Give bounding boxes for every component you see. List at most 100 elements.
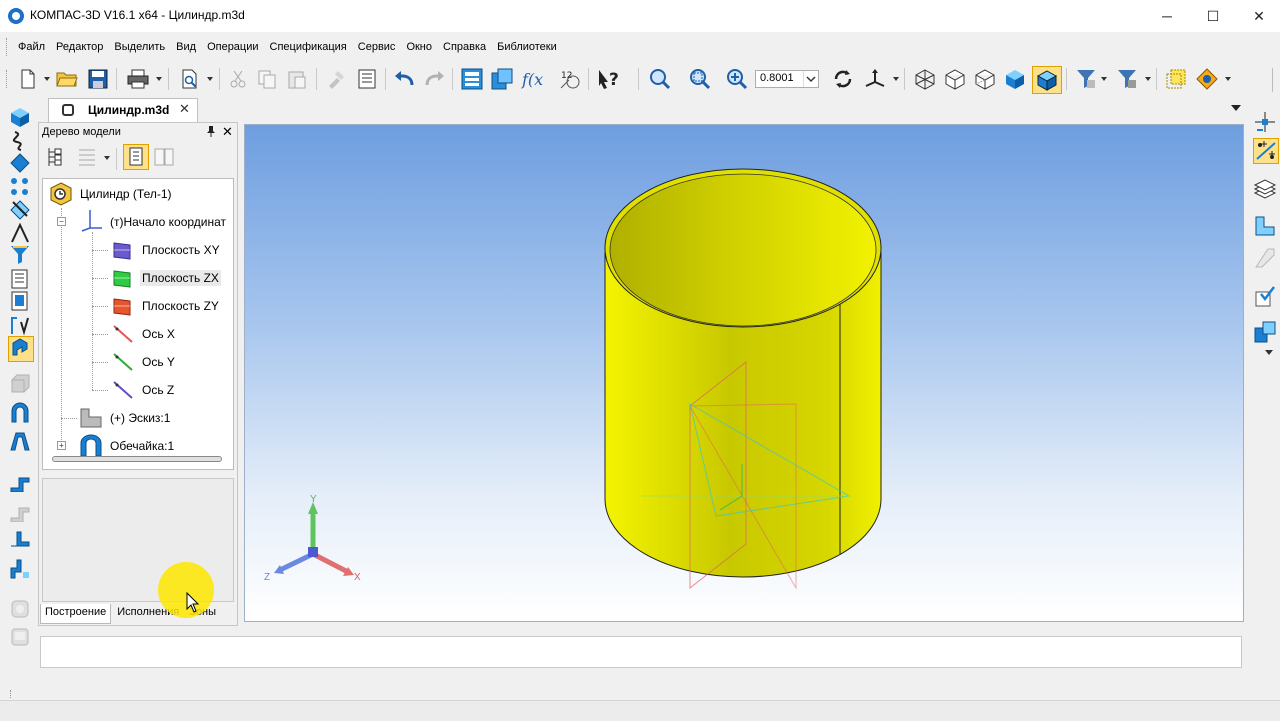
menu-window[interactable]: Окно	[402, 41, 436, 53]
disabled-tool-1-icon[interactable]	[9, 598, 31, 620]
document-tab-close-button[interactable]: ✕	[179, 101, 190, 117]
sheet-ops-icon[interactable]	[9, 558, 31, 580]
properties-icon[interactable]	[356, 68, 378, 90]
halftone-edges-icon[interactable]	[1032, 66, 1062, 94]
right-toolbar-more-icon[interactable]	[1265, 350, 1273, 355]
tree-item-axis-y[interactable]: Ось Y	[142, 355, 175, 369]
selection-filter-icon[interactable]	[9, 244, 31, 266]
paste-icon[interactable]	[286, 68, 308, 90]
menu-operations[interactable]: Операции	[203, 41, 262, 53]
tree-collapse-icon[interactable]: −	[57, 217, 66, 226]
orientation-dropdown-icon[interactable]	[893, 77, 899, 81]
tree-list-icon[interactable]	[76, 146, 98, 168]
disabled-tool-2-icon[interactable]	[9, 626, 31, 648]
zoom-in-icon[interactable]	[726, 68, 748, 90]
pin-icon[interactable]	[206, 125, 216, 140]
menu-file[interactable]: Файл	[14, 41, 49, 53]
snap-points-icon[interactable]	[1253, 138, 1279, 164]
bend-icon[interactable]	[9, 470, 31, 493]
filter-icon[interactable]	[1116, 68, 1138, 90]
hidden-lines-icon[interactable]	[944, 68, 966, 90]
specification-icon[interactable]	[9, 268, 31, 290]
menu-service[interactable]: Сервис	[354, 41, 400, 53]
tree-split-icon[interactable]	[153, 146, 175, 168]
menu-view[interactable]: Вид	[172, 41, 200, 53]
copy-icon[interactable]	[256, 68, 278, 90]
filter-dropdown-icon[interactable]	[1145, 77, 1151, 81]
constraints-icon[interactable]	[1253, 110, 1277, 134]
hidden-thin-icon[interactable]	[974, 68, 996, 90]
print-icon[interactable]	[127, 68, 149, 90]
details-icon[interactable]	[8, 336, 34, 362]
tree-close-button[interactable]: ✕	[222, 124, 233, 140]
format-brush-icon[interactable]	[325, 68, 347, 90]
halftone-icon[interactable]	[1004, 68, 1026, 90]
hatch-icon[interactable]	[1253, 246, 1277, 270]
tree-item-shell[interactable]: Обечайка:1	[110, 439, 174, 453]
tree-view-mode-icon[interactable]	[123, 144, 149, 170]
snap-dropdown-icon[interactable]	[1225, 77, 1231, 81]
tabs-menu-icon[interactable]	[1231, 105, 1241, 111]
report-icon[interactable]	[9, 290, 31, 312]
tab-build[interactable]: Построение	[40, 604, 112, 624]
zoom-fit-icon[interactable]	[689, 68, 711, 90]
maximize-button[interactable]: ☐	[1190, 0, 1236, 32]
close-window-button[interactable]: ✕	[1236, 0, 1280, 32]
sketch-tools-icon[interactable]	[9, 222, 31, 244]
rotate-icon[interactable]	[832, 68, 854, 90]
aux-geometry-icon[interactable]	[9, 198, 31, 220]
measure-icon[interactable]: 12	[559, 68, 581, 90]
tree-item-origin[interactable]: (т)Начало координат	[110, 215, 226, 229]
redo-icon[interactable]	[423, 68, 445, 90]
tree-structure-icon[interactable]	[44, 146, 66, 168]
open-icon[interactable]	[56, 68, 78, 90]
extrusion-icon[interactable]	[9, 372, 31, 394]
menu-select[interactable]: Выделить	[110, 41, 169, 53]
check-icon[interactable]	[1253, 284, 1277, 308]
cut-icon[interactable]	[227, 68, 249, 90]
layers-icon[interactable]	[1253, 178, 1277, 202]
status-input-field[interactable]	[40, 636, 1242, 668]
surfaces-icon[interactable]	[9, 152, 31, 174]
tree-item-sketch[interactable]: (+) Эскиз:1	[110, 411, 170, 425]
arrays-icon[interactable]	[9, 176, 31, 198]
tree-horizontal-scrollbar[interactable]	[52, 456, 222, 462]
document-tab-label[interactable]: Цилиндр.m3d	[88, 103, 169, 117]
manager-icon[interactable]	[461, 68, 483, 90]
cone-shell-icon[interactable]	[9, 430, 31, 452]
new-dropdown-icon[interactable]	[44, 77, 50, 81]
select-filter-icon[interactable]	[1075, 68, 1097, 90]
unbend-icon[interactable]	[9, 500, 31, 523]
tree-item-part[interactable]: Цилиндр (Тел-1)	[80, 187, 172, 201]
edit-part-icon[interactable]	[9, 106, 31, 128]
orientation-icon[interactable]	[864, 68, 886, 90]
undo-icon[interactable]	[394, 68, 416, 90]
snap-icon[interactable]	[1196, 68, 1218, 90]
tree-item-plane-xy[interactable]: Плоскость XY	[142, 243, 220, 257]
preview-icon[interactable]	[179, 68, 201, 90]
tree-item-axis-z[interactable]: Ось Z	[142, 383, 174, 397]
menu-libraries[interactable]: Библиотеки	[493, 41, 561, 53]
zoom-window-icon[interactable]	[649, 68, 671, 90]
assembly-icon[interactable]	[1253, 320, 1277, 344]
shell-op-icon[interactable]	[9, 402, 31, 424]
print-dropdown-icon[interactable]	[156, 77, 162, 81]
preview-dropdown-icon[interactable]	[207, 77, 213, 81]
box-select-icon[interactable]	[1165, 68, 1187, 90]
tree-list-dropdown-icon[interactable]	[104, 156, 110, 160]
tree-expand-icon[interactable]: +	[57, 441, 66, 450]
tree-item-plane-zx[interactable]: Плоскость ZX	[140, 270, 221, 286]
left-toolbar-grip[interactable]	[10, 690, 14, 698]
measure-tools-icon[interactable]	[9, 314, 31, 336]
select-filter-dropdown-icon[interactable]	[1101, 77, 1107, 81]
curves-icon[interactable]	[9, 130, 31, 152]
help-icon[interactable]: ?	[597, 68, 619, 90]
minimize-button[interactable]: ─	[1144, 0, 1190, 32]
new-icon[interactable]	[17, 68, 39, 90]
save-icon[interactable]	[87, 68, 109, 90]
tree-item-plane-zy[interactable]: Плоскость ZY	[142, 299, 219, 313]
flange-icon[interactable]	[9, 528, 31, 550]
menu-editor[interactable]: Редактор	[52, 41, 107, 53]
variables-icon[interactable]: f(x)	[521, 68, 543, 90]
toolbar-grip[interactable]	[6, 70, 10, 88]
